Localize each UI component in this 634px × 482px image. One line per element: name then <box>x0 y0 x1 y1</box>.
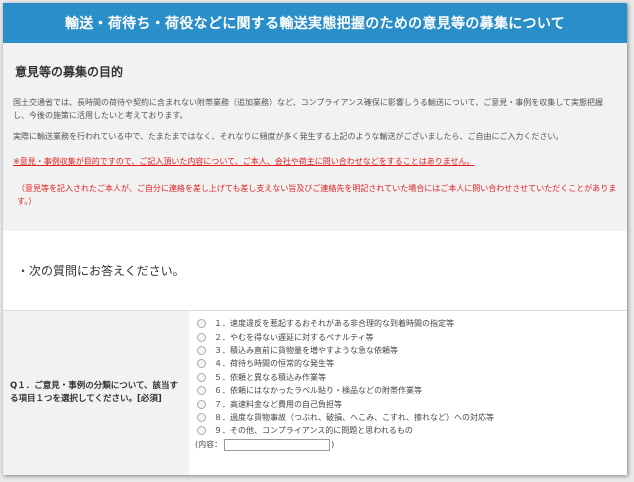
option-label: ５．依頼と異なる積込み作業等 <box>214 372 326 382</box>
question-label: Q１．ご意見・事例の分類について、該当する項目１つを選択してください。[必須] <box>3 311 189 475</box>
question-options: １．速度違反を惹起するおそれがある非合理的な到着時間の指定等 ２．やむを得ない遅… <box>189 311 627 475</box>
option-7[interactable]: ７．高速料金など費用の自己負担等 <box>197 397 627 410</box>
radio-button[interactable] <box>197 359 206 369</box>
survey-page: 輸送・荷待ち・荷役などに関する輸送実態把握のための意見等の募集について 意見等の… <box>3 3 627 475</box>
other-details: (内容： ) <box>195 438 627 451</box>
option-label: ８．過度な貨物事故（つぶれ、破損、へこみ、こすれ、擦れなど）への対応等 <box>214 412 494 422</box>
radio-button[interactable] <box>197 386 206 396</box>
question-prompt: ・次の質問にお答えください。 <box>3 231 627 311</box>
privacy-note: ※意見・事例収集が目的ですので、ご記入頂いた内容について、ご本人、会社や荷主に問… <box>13 157 475 166</box>
other-prefix: (内容： <box>195 440 223 450</box>
option-1[interactable]: １．速度違反を惹起するおそれがある非合理的な到着時間の指定等 <box>197 317 627 330</box>
page-title: 輸送・荷待ち・荷役などに関する輸送実態把握のための意見等の募集について <box>3 3 627 43</box>
purpose-section: 意見等の募集の目的 国土交通省では、長時間の荷待や契約に含まれない附帯業務（追加… <box>3 43 627 231</box>
purpose-heading: 意見等の募集の目的 <box>15 65 124 79</box>
radio-button[interactable] <box>197 345 206 355</box>
option-label: ３．積込み直前に貨物量を増やすような急な依頼等 <box>214 345 398 355</box>
contact-note: （意見等を記入されたご本人が、ご自分に連絡を差し上げても差し支えない旨及びご連絡… <box>17 184 617 206</box>
option-label: ４．荷待ち時間の恒常的な発生等 <box>214 359 334 369</box>
radio-button[interactable] <box>197 426 206 436</box>
radio-button[interactable] <box>197 399 206 409</box>
other-suffix: ) <box>331 440 335 450</box>
option-label: ９．その他、コンプライアンス的に問題と思われるもの <box>214 426 413 436</box>
option-6[interactable]: ６．依頼にはなかったラベル貼り・検品などの附帯作業等 <box>197 384 627 397</box>
option-4[interactable]: ４．荷待ち時間の恒常的な発生等 <box>197 357 627 370</box>
option-label: ７．高速料金など費用の自己負担等 <box>214 399 342 409</box>
option-2[interactable]: ２．やむを得ない遅延に対するペナルティ等 <box>197 330 627 343</box>
option-3[interactable]: ３．積込み直前に貨物量を増やすような急な依頼等 <box>197 344 627 357</box>
purpose-paragraph-2: 実際に輸送業務を行われている中で、たまたまではなく、それなりに頻度が多く発生する… <box>13 132 564 141</box>
radio-button[interactable] <box>197 332 206 342</box>
radio-button[interactable] <box>197 319 206 329</box>
option-9[interactable]: ９．その他、コンプライアンス的に問題と思われるもの <box>197 424 627 437</box>
question-row-q1: Q１．ご意見・事例の分類について、該当する項目１つを選択してください。[必須] … <box>3 311 627 475</box>
option-label: ２．やむを得ない遅延に対するペナルティ等 <box>214 332 374 342</box>
option-5[interactable]: ５．依頼と異なる積込み作業等 <box>197 371 627 384</box>
other-details-input[interactable] <box>224 438 331 451</box>
radio-button[interactable] <box>197 372 206 382</box>
radio-button[interactable] <box>197 412 206 422</box>
option-label: １．速度違反を惹起するおそれがある非合理的な到着時間の指定等 <box>214 319 454 329</box>
purpose-paragraph-1: 国土交通省では、長時間の荷待や契約に含まれない附帯業務（追加業務）など、コンプラ… <box>13 98 603 120</box>
option-8[interactable]: ８．過度な貨物事故（つぶれ、破損、へこみ、こすれ、擦れなど）への対応等 <box>197 411 627 424</box>
option-label: ６．依頼にはなかったラベル貼り・検品などの附帯作業等 <box>214 386 422 396</box>
